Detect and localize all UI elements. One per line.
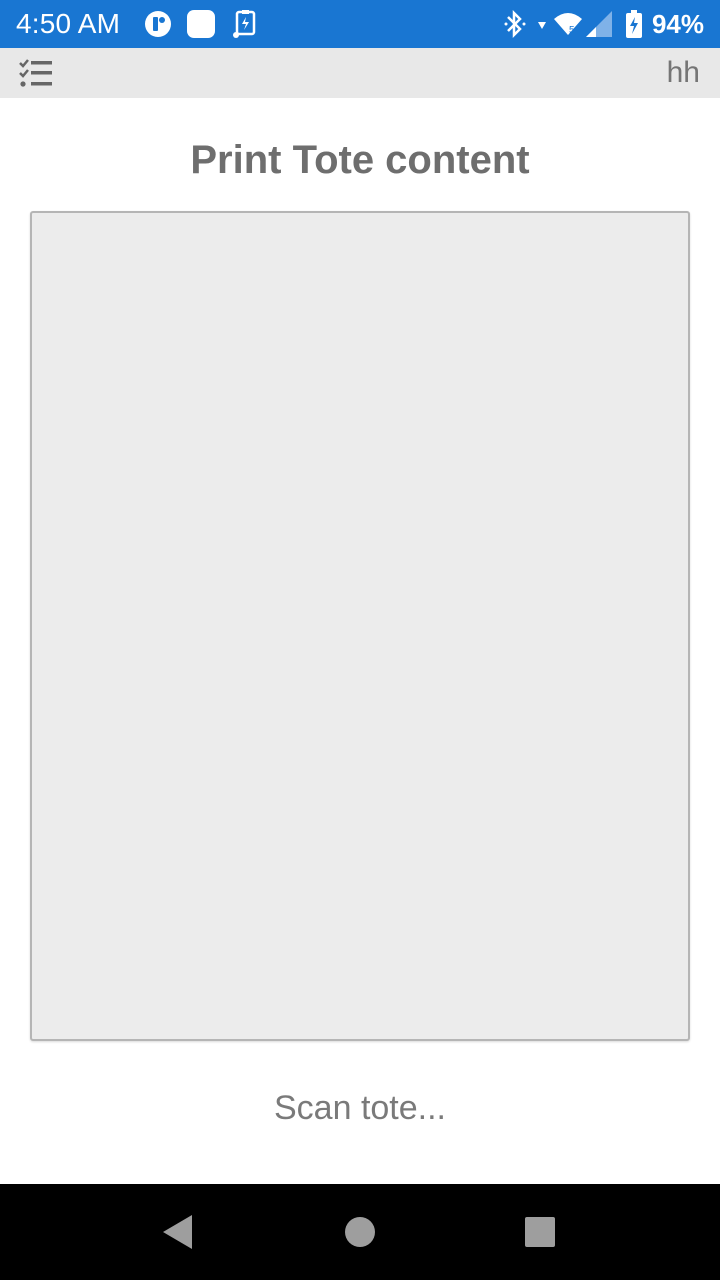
checklist-menu-icon[interactable] — [18, 57, 54, 89]
data-arrow-icon — [536, 8, 548, 40]
scan-tote-input[interactable] — [60, 1080, 660, 1136]
status-time: 4:50 AM — [16, 8, 121, 39]
home-icon[interactable] — [300, 1184, 420, 1280]
status-bar: 4:50 AM 5 94% — [0, 0, 720, 48]
system-navigation-bar — [0, 1184, 720, 1280]
user-label: hh — [666, 56, 700, 89]
app-toolbar: hh — [0, 48, 720, 98]
app-notification-icon — [143, 8, 173, 40]
recents-icon[interactable] — [480, 1184, 600, 1280]
tote-content-area[interactable] — [30, 211, 690, 1041]
back-icon[interactable] — [119, 1184, 239, 1280]
svg-text:5: 5 — [569, 25, 575, 36]
battery-charging-icon — [625, 8, 643, 40]
battery-level: 94% — [651, 9, 704, 39]
bluetooth-icon — [503, 8, 527, 40]
charging-clipboard-icon — [232, 8, 258, 40]
white-square-icon — [186, 8, 216, 40]
wifi-icon: 5 — [552, 8, 584, 40]
signal-icon — [584, 8, 614, 40]
page-title: Print Tote content — [190, 138, 530, 182]
